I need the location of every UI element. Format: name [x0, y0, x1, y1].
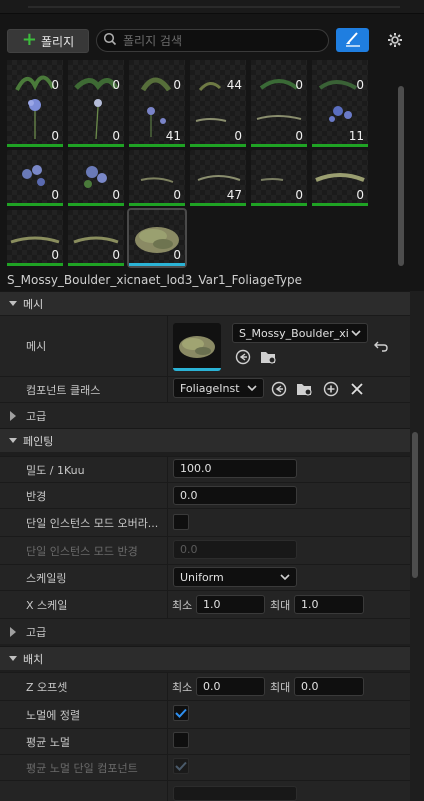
foliage-tile[interactable]: 41: [129, 91, 185, 147]
reset-to-default-icon[interactable]: [372, 337, 390, 355]
average-normal-label: 평균 노멀: [26, 735, 70, 749]
z-offset-min-label: 최소: [172, 681, 193, 694]
section-painting[interactable]: 페인팅: [0, 428, 410, 452]
foliage-tile[interactable]: 0: [68, 91, 124, 147]
foliage-tile[interactable]: 0: [68, 210, 124, 266]
chevron-right-icon: [9, 627, 17, 640]
cut-off-field: [173, 786, 297, 801]
foliage-tile[interactable]: 0: [68, 150, 124, 206]
chevron-down-icon: [247, 382, 257, 397]
use-selected-class-icon[interactable]: [270, 380, 288, 398]
chevron-down-icon: [9, 297, 17, 310]
search-icon: [103, 32, 117, 49]
checkmark-icon: [175, 708, 187, 718]
x-scale-min-label: 최소: [172, 599, 193, 612]
checkmark-icon: [175, 761, 187, 771]
foliage-tile-selected[interactable]: 0: [127, 208, 187, 268]
painting-advanced-row[interactable]: 고급: [0, 618, 410, 644]
radius-input[interactable]: 0.0: [173, 486, 297, 505]
average-normal-single-checkbox: [173, 758, 189, 774]
use-selected-asset-icon[interactable]: [234, 348, 252, 366]
painting-advanced-label: 고급: [26, 625, 47, 639]
x-scale-label: X 스케일: [26, 598, 68, 612]
mesh-advanced-label: 고급: [26, 409, 47, 423]
chevron-down-icon: [9, 434, 17, 447]
browse-class-icon[interactable]: [296, 380, 314, 398]
foliage-tile[interactable]: 0: [312, 150, 368, 206]
chevron-down-icon: [9, 652, 17, 665]
component-class-label: 컴포넌트 클래스: [26, 383, 101, 397]
foliage-tile[interactable]: 0: [251, 150, 307, 206]
x-scale-max-input[interactable]: 1.0: [294, 595, 364, 614]
panel-top-edge: [0, 0, 424, 14]
z-offset-max-input[interactable]: 0.0: [294, 677, 364, 696]
z-offset-label: Z 오프셋: [26, 680, 68, 694]
details-scrollbar[interactable]: [412, 432, 418, 578]
search-input[interactable]: [123, 33, 313, 48]
scaling-dropdown[interactable]: Uniform: [173, 567, 297, 587]
x-scale-min-input[interactable]: 1.0: [196, 595, 265, 614]
gear-icon[interactable]: [385, 30, 405, 50]
add-foliage-button[interactable]: + 폴리지: [7, 29, 89, 53]
component-class-picker[interactable]: FoliageInst: [173, 378, 264, 398]
foliage-search[interactable]: [96, 29, 329, 52]
mesh-advanced-row[interactable]: 고급: [0, 402, 410, 428]
scaling-label: 스케일링: [26, 571, 67, 585]
single-instance-radius-label: 단일 인스턴스 모드 반경: [26, 544, 138, 558]
chevron-right-icon: [9, 411, 17, 424]
density-input[interactable]: 100.0: [173, 459, 297, 478]
plus-icon: +: [21, 29, 37, 50]
selected-asset-name: S_Mossy_Boulder_xicnaet_lod3_Var1_Foliag…: [7, 273, 302, 287]
mesh-thumbnail[interactable]: [173, 323, 221, 371]
x-scale-max-label: 최대: [270, 599, 291, 612]
section-mesh[interactable]: 메시: [0, 291, 410, 315]
chevron-down-icon: [280, 571, 290, 586]
clear-class-icon[interactable]: [348, 380, 366, 398]
foliage-tile[interactable]: 0: [129, 150, 185, 206]
z-offset-min-input[interactable]: 0.0: [196, 677, 265, 696]
foliage-palette-grid: 0 0 0 44 0 0 0 0 41 0 0 11 0 0 0 47 0 0 …: [0, 60, 398, 270]
mesh-asset-picker[interactable]: S_Mossy_Boulder_xi: [232, 323, 368, 343]
average-normal-row: 평균 노멀: [0, 728, 410, 754]
single-instance-override-row: 단일 인스턴스 모드 오버라...: [0, 508, 410, 536]
browse-asset-icon[interactable]: [260, 348, 278, 366]
section-placement[interactable]: 배치: [0, 646, 410, 670]
chevron-down-icon: [351, 327, 361, 342]
add-foliage-label: 폴리지: [40, 34, 75, 49]
add-class-icon[interactable]: [322, 380, 340, 398]
average-normal-single-label: 평균 노멀 단일 컴포넌트: [26, 761, 138, 775]
foliage-toolbar: + 폴리지: [0, 0, 424, 60]
foliage-tile[interactable]: 47: [190, 150, 246, 206]
paint-mode-button[interactable]: [336, 28, 369, 52]
paint-brush-icon: [344, 31, 362, 50]
palette-scrollbar[interactable]: [398, 86, 404, 266]
foliage-tile[interactable]: 0: [7, 210, 63, 266]
foliage-tile[interactable]: 0: [190, 91, 246, 147]
single-instance-override-label: 단일 인스턴스 모드 오버라...: [26, 516, 159, 530]
foliage-tile[interactable]: 0: [251, 91, 307, 147]
foliage-tile[interactable]: 11: [312, 91, 368, 147]
mesh-label: 메시: [26, 340, 47, 353]
average-normal-checkbox[interactable]: [173, 732, 189, 748]
foliage-tile[interactable]: 0: [7, 150, 63, 206]
align-to-normal-label: 노멀에 정렬: [26, 708, 81, 722]
align-to-normal-row: 노멀에 정렬: [0, 700, 410, 728]
single-instance-override-checkbox[interactable]: [173, 514, 189, 530]
single-instance-radius-input: 0.0: [173, 540, 297, 559]
density-label: 밀도 / 1Kuu: [26, 463, 85, 477]
z-offset-max-label: 최대: [270, 681, 291, 694]
align-to-normal-checkbox[interactable]: [173, 705, 189, 721]
average-normal-single-row: 평균 노멀 단일 컴포넌트: [0, 754, 410, 780]
radius-label: 반경: [26, 489, 47, 503]
foliage-tile[interactable]: 0: [7, 91, 63, 147]
